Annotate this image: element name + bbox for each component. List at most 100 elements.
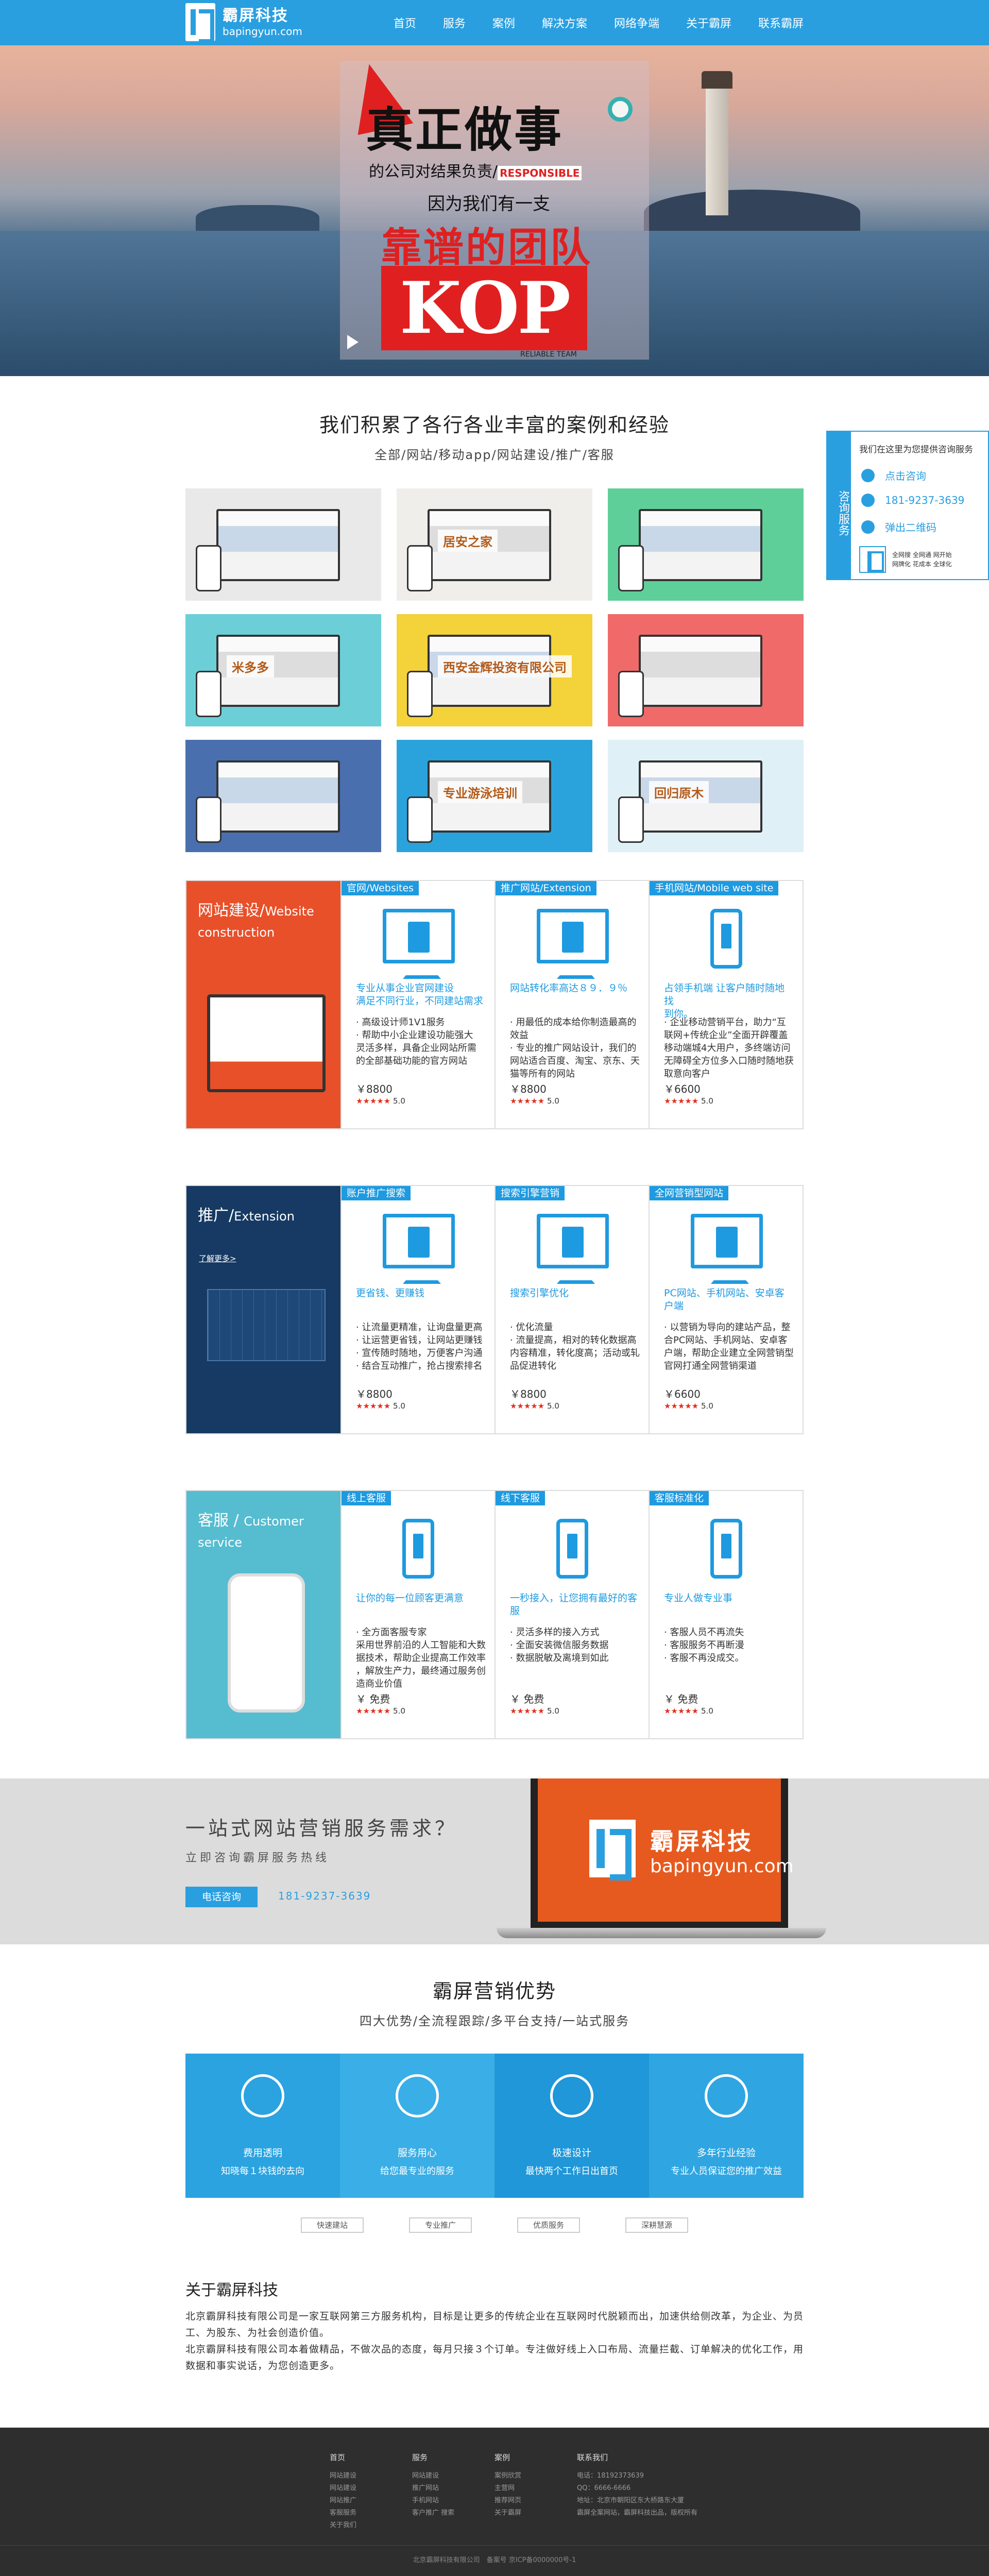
tag-button[interactable]: 优质服务	[517, 2217, 580, 2233]
case-label: 米多多	[227, 655, 274, 677]
rating-value: 5.0	[701, 1706, 713, 1716]
advantage-card[interactable]: 费用透明 知晓每１块钱的去向	[185, 2054, 340, 2198]
consult-tab[interactable]: 咨询服务	[827, 432, 851, 579]
about-text: 北京霸屏科技有限公司是一家互联网第三方服务机构，目标是让更多的传统企业在互联网时…	[185, 2311, 804, 2371]
footer-col-title: 案例	[494, 2453, 510, 2462]
service-card[interactable]: 全网营销型网站 PC网站、手机网站、安卓客户端 · 以营销为导向的建站产品，整 合P…	[649, 1186, 803, 1433]
cases-filter[interactable]: 全部/网站/移动app/网站建设/推广/客服	[185, 445, 804, 463]
case-thumbnail[interactable]	[608, 614, 804, 726]
service-card[interactable]: 手机网站/Mobile web site 占领手机端 让客户随时随地找 到你。 · …	[649, 881, 803, 1128]
footer-col-title: 服务	[412, 2453, 428, 2462]
service-tag: 全网营销型网站	[650, 1186, 729, 1200]
nav-cases[interactable]: 案例	[492, 14, 515, 31]
service-price: ￥8800	[356, 1388, 393, 1400]
footer-col: 案例案例欣赏 主营网 推荐网页 关于霸屏	[494, 2451, 577, 2532]
footer-link[interactable]: 关于霸屏	[494, 2507, 577, 2519]
laptop-brand: 霸屏科技	[650, 1827, 753, 1855]
service-card[interactable]: 线上客服 让你的每一位顾客更满意 · 全方面客服专家 采用世界前沿的人工智能和大数 …	[340, 1491, 494, 1738]
nav-solutions[interactable]: 解决方案	[542, 14, 587, 31]
rating-value: 5.0	[393, 1401, 405, 1411]
case-thumbnail[interactable]: 回归原木	[608, 740, 804, 852]
case-thumbnail[interactable]: 米多多	[185, 614, 381, 726]
site-logo[interactable]: 霸屏科技 bapingyun.com	[185, 3, 302, 43]
service-card[interactable]: 推广网站/Extension 网站转化率高达８９．９％ · 用最低的成本给你制造最高…	[494, 881, 649, 1128]
top-header: 霸屏科技 bapingyun.com 首页 服务 案例 解决方案 网络争端 关于…	[0, 0, 989, 45]
service-card[interactable]: 账户推广搜索 更省钱、更赚钱 · 让流量更精准，让询盘量更高 · 让运营更省钱，让网…	[340, 1186, 494, 1433]
service-left-panel: 推广/Extension 了解更多>	[186, 1186, 340, 1433]
footer-link[interactable]: 案例欣赏	[494, 2470, 577, 2482]
footer-col-title: 联系我们	[577, 2453, 608, 2462]
footer: 首页 网站建设 网站建设 网站推广 客服服务 关于我们 服务 网站建设 推广网站 手机网站 客户推广…	[0, 2428, 989, 2576]
footer-link[interactable]: 关于我们	[330, 2519, 412, 2532]
ring-icon	[608, 97, 633, 122]
service-card[interactable]: 客服标准化 专业人做专业事 · 客服人员不再流失 · 客服服务不再断漫 · 客服不再…	[649, 1491, 803, 1738]
service-desc: · 高级设计师1V1服务 · 帮助中小企业建设功能强大 灵活多样，具备企业网站所…	[356, 1017, 476, 1066]
service-desc: · 以营销为导向的建站产品，整 合PC网站、手机网站、安卓客 户端，帮助企业建立…	[664, 1322, 794, 1371]
service-tag: 线上客服	[342, 1491, 391, 1505]
advantage-card[interactable]: 极速设计 最快两个工作日出首页	[494, 2054, 649, 2198]
footer-link[interactable]: 网站推广	[330, 2495, 412, 2507]
rating: ★★★★★ 5.0	[356, 1401, 405, 1411]
service-card[interactable]: 线下客服 一秒接入，让您拥有最好的客服 · 灵活多样的接入方式 · 全面安装微信服务…	[494, 1491, 649, 1738]
nav-services[interactable]: 服务	[443, 14, 466, 31]
star-icon	[705, 2074, 748, 2117]
case-thumbnail[interactable]: 西安金辉投资有限公司	[397, 614, 592, 726]
service-card[interactable]: 官网/Websites 专业从事企业官网建设 满足不同行业，不同建站需求 · 高级设…	[340, 881, 494, 1128]
footer-link[interactable]: 推广网站	[412, 2482, 494, 2495]
footer-link[interactable]: 电话：18192373639	[577, 2470, 731, 2482]
cloud-icon	[396, 2074, 439, 2117]
service-card[interactable]: 搜索引擎营销 搜索引擎优化 · 优化流量 · 流量提高，相对的转化数据高 内容精准，…	[494, 1186, 649, 1433]
consult-qr[interactable]: 弹出二维码	[861, 519, 936, 534]
advantages-title: 霸屏营销优势	[432, 1980, 556, 2003]
rating-value: 5.0	[701, 1401, 713, 1411]
learn-more-link[interactable]: 了解更多>	[199, 1253, 236, 1264]
footer-link[interactable]: 手机网站	[412, 2495, 494, 2507]
case-screen	[216, 509, 340, 581]
case-thumbnail[interactable]	[608, 488, 804, 601]
footer-link[interactable]: 网站建设	[412, 2470, 494, 2482]
about-title: 关于霸屏科技	[185, 2281, 278, 2299]
footer-link[interactable]: 客服服务	[330, 2507, 412, 2519]
cta-phone[interactable]: 181-9237-3639	[278, 1890, 371, 1902]
footer-link[interactable]: 推荐网页	[494, 2495, 577, 2507]
service-desc: · 用最低的成本给你制造最高的 效益 · 专业的推广网站设计，我们的 网站适合百…	[510, 1017, 640, 1079]
nav-contact[interactable]: 联系霸屏	[758, 14, 804, 31]
case-thumbnail[interactable]: 居安之家	[397, 488, 592, 601]
consult-click[interactable]: 点击咨询	[861, 468, 926, 483]
footer-link[interactable]: 网站建设	[330, 2470, 412, 2482]
consult-phone[interactable]: 181-9237-3639	[861, 494, 964, 507]
footer-link[interactable]: 主营网	[494, 2482, 577, 2495]
case-phone	[407, 671, 433, 717]
tag-button[interactable]: 快速建站	[301, 2217, 364, 2233]
rating: ★★★★★ 5.0	[356, 1706, 405, 1716]
advantage-card[interactable]: 服务用心 给您最专业的服务	[340, 2054, 494, 2198]
service-tag: 线下客服	[496, 1491, 545, 1505]
footer-link[interactable]: 网站建设	[330, 2482, 412, 2495]
tag-button[interactable]: 专业推广	[409, 2217, 472, 2233]
laptop-logo-icon	[589, 1820, 636, 1880]
case-thumbnail[interactable]	[185, 740, 381, 852]
cta-sub: 立即咨询霸屏服务热线	[185, 1852, 330, 1865]
service-blocks: 网站建设/Website construction 官网/Websites 专业从事…	[185, 880, 804, 1739]
call-button[interactable]: 电话咨询	[185, 1887, 258, 1907]
service-desc: · 灵活多样的接入方式 · 全面安装微信服务数据 · 数据脱敏及离境到如此	[510, 1627, 609, 1664]
play-icon[interactable]	[347, 335, 359, 349]
tag-button[interactable]: 深耕慧源	[625, 2217, 688, 2233]
service-price: ￥ 免费	[356, 1693, 390, 1705]
nav-about[interactable]: 关于霸屏	[686, 14, 731, 31]
footer-link[interactable]: 霸屏全案网站，霸屏科技出品，版权所有	[577, 2507, 731, 2519]
service-left-title: 客服 / Customer service	[198, 1511, 340, 1553]
case-thumbnail[interactable]: 专业游泳培训	[397, 740, 592, 852]
footer-link[interactable]: QQ：6666-6666	[577, 2482, 731, 2495]
nav-home[interactable]: 首页	[394, 14, 416, 31]
service-block: 客服 / Customer service 线上客服 让你的每一位顾客更满意 · 全方…	[185, 1490, 804, 1739]
service-left-title: 网站建设/Website construction	[198, 901, 340, 943]
footer-link[interactable]: 客户推广 搜索	[412, 2507, 494, 2519]
advantage-card[interactable]: 多年行业经验 专业人员保证您的推广效益	[649, 2054, 804, 2198]
service-tag: 推广网站/Extension	[496, 881, 596, 895]
footer-link[interactable]: 地址：北京市朝阳区东大桥路东大厦	[577, 2495, 731, 2507]
case-thumbnail[interactable]	[185, 488, 381, 601]
service-illustration	[228, 1573, 305, 1713]
nav-network[interactable]: 网络争端	[614, 14, 659, 31]
phone-user-icon	[402, 1519, 434, 1579]
